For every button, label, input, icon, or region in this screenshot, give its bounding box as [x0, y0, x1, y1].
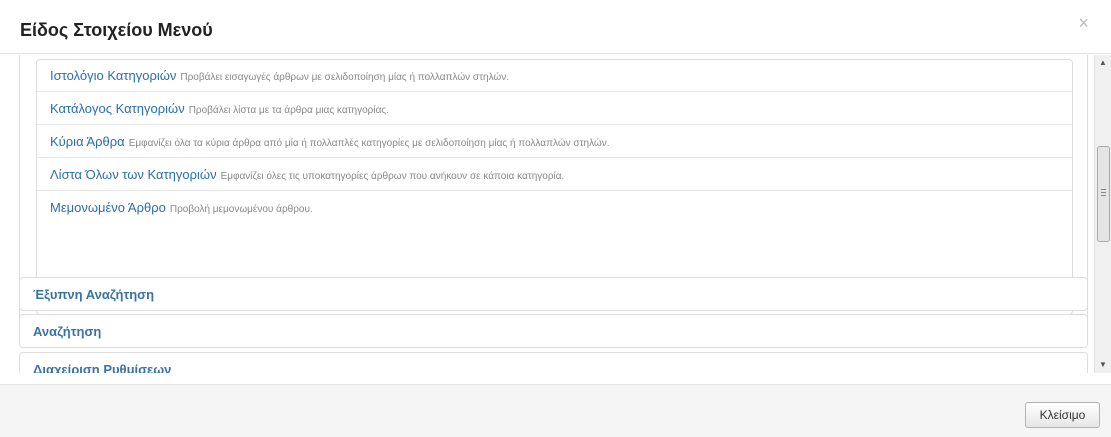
group-header-smart-search[interactable]: Έξυπνη Αναζήτηση — [19, 277, 1088, 311]
group-header-label: Διαχείριση Ρυθμίσεων — [33, 362, 172, 373]
group-header-label: Έξυπνη Αναζήτηση — [33, 287, 155, 302]
vertical-scrollbar[interactable]: ▲ ▼ — [1094, 55, 1111, 373]
list-item-title[interactable]: Κύρια Άρθρα — [50, 134, 125, 149]
list-item-description: Εμφανίζει όλα τα κύρια άρθρα από μία ή π… — [128, 138, 610, 149]
modal-body-scroll-area[interactable]: Ιστολόγιο Κατηγοριών Προβάλει εισαγωγές ά… — [0, 55, 1111, 373]
modal-header: Είδος Στοιχείου Μενού × — [0, 0, 1111, 54]
list-item[interactable]: Μεμονωμένο Άρθρο Προβολή μεμονωμένου άρθρ… — [37, 192, 1072, 224]
scrollbar-thumb[interactable] — [1097, 146, 1110, 242]
list-item-title[interactable]: Κατάλογος Κατηγοριών — [50, 101, 185, 116]
modal-title: Είδος Στοιχείου Μενού — [20, 20, 213, 40]
list-item[interactable]: Κύρια Άρθρα Εμφανίζει όλα τα κύρια άρθρα … — [37, 126, 1072, 158]
close-icon[interactable]: × — [1078, 14, 1089, 32]
list-item[interactable]: Κατάλογος Κατηγοριών Προβάλει λίστα με τα… — [37, 93, 1072, 125]
list-item-description: Εμφανίζει όλες τις υποκατηγορίες άρθρων … — [220, 171, 565, 182]
list-item-title[interactable]: Μεμονωμένο Άρθρο — [50, 200, 166, 215]
list-item-title[interactable]: Ιστολόγιο Κατηγοριών — [50, 68, 176, 83]
list-item-description: Προβάλει λίστα με τα άρθρα μιας κατηγορί… — [188, 105, 389, 116]
scroll-down-arrow-icon[interactable]: ▼ — [1095, 357, 1111, 373]
list-item[interactable]: Ιστολόγιο Κατηγοριών Προβάλει εισαγωγές ά… — [37, 60, 1072, 92]
scroll-up-arrow-icon[interactable]: ▲ — [1095, 55, 1111, 71]
group-header-search[interactable]: Αναζήτηση — [19, 314, 1088, 348]
close-button[interactable]: Κλείσιμο — [1025, 402, 1100, 428]
list-item-description: Προβάλει εισαγωγές άρθρων με σελιδοποίησ… — [180, 72, 510, 83]
modal-footer: Κλείσιμο — [0, 384, 1111, 437]
group-header-label: Αναζήτηση — [33, 324, 102, 339]
group-header-settings-management[interactable]: Διαχείριση Ρυθμίσεων — [19, 352, 1088, 373]
scrollbar-grip-icon — [1101, 189, 1106, 196]
menu-item-type-modal: Είδος Στοιχείου Μενού × Ιστολόγιο Κατηγο… — [0, 0, 1111, 437]
list-item[interactable]: Λίστα Όλων των Κατηγοριών Εμφανίζει όλες … — [37, 159, 1072, 191]
list-item-title[interactable]: Λίστα Όλων των Κατηγοριών — [50, 167, 217, 182]
list-item-description: Προβολή μεμονωμένου άρθρου. — [169, 204, 313, 215]
